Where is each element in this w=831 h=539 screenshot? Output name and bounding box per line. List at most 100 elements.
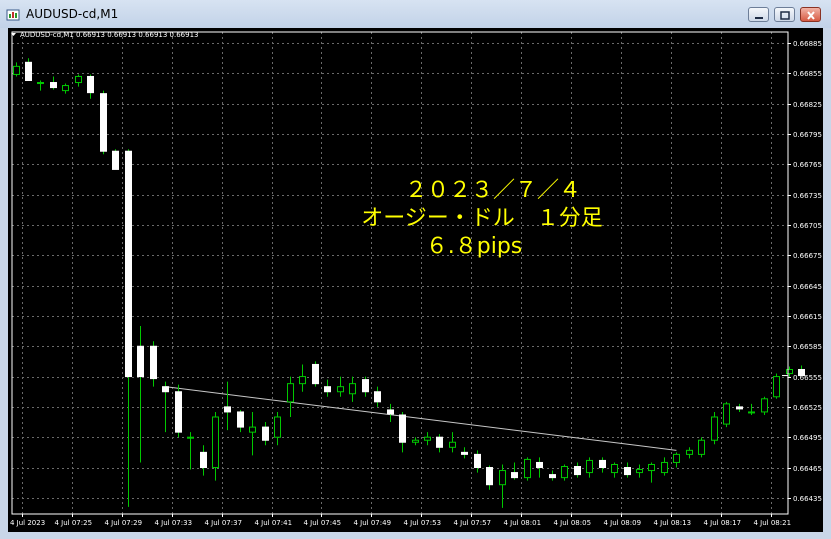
candle bbox=[299, 364, 306, 392]
candle-body-bear bbox=[312, 363, 319, 385]
candle bbox=[624, 462, 631, 478]
candle bbox=[337, 376, 344, 397]
candle bbox=[62, 83, 69, 94]
y-tick-label: 0.66735 bbox=[793, 192, 822, 200]
candle-body-bull bbox=[75, 75, 82, 84]
close-button[interactable] bbox=[800, 7, 821, 22]
candle-body-bear bbox=[125, 150, 132, 378]
candle-body-bear bbox=[324, 386, 331, 393]
candle-body-bull bbox=[287, 383, 294, 403]
candle bbox=[474, 450, 481, 473]
x-tick-label: 4 Jul 07:53 bbox=[404, 519, 442, 527]
y-tick-label: 0.66525 bbox=[793, 404, 822, 412]
candle-body-bear bbox=[162, 386, 169, 393]
candle-body-bull bbox=[524, 458, 531, 479]
x-tick-label: 4 Jul 08:05 bbox=[554, 519, 592, 527]
chart-window-icon bbox=[6, 7, 20, 21]
candle bbox=[761, 396, 768, 415]
x-tick-label: 4 Jul 07:33 bbox=[155, 519, 193, 527]
candle-body-bull bbox=[37, 82, 44, 85]
symbol-header: AUDUSD-cd,M1 0.66913 0.66913 0.66913 0.6… bbox=[20, 31, 198, 39]
candle bbox=[37, 80, 44, 91]
candle bbox=[599, 457, 606, 473]
candle bbox=[449, 432, 456, 453]
x-tick-label: 4 Jul 08:13 bbox=[654, 519, 692, 527]
candle bbox=[262, 422, 269, 446]
annotation-line-date: ２０２３／７／４ bbox=[405, 178, 581, 203]
candle bbox=[13, 62, 20, 77]
x-tick-label: 4 Jul 08:01 bbox=[504, 519, 542, 527]
y-tick-label: 0.66765 bbox=[793, 161, 822, 169]
candle bbox=[412, 437, 419, 446]
candle-body-bear bbox=[50, 82, 57, 89]
terminal-window: AUDUSD-cd,M1 0.66885 0.66855 0.66825 0.6679… bbox=[0, 0, 831, 539]
candle bbox=[636, 464, 643, 478]
candle-body-bear bbox=[436, 436, 443, 448]
candle bbox=[698, 437, 705, 458]
candle-body-bull bbox=[249, 426, 256, 433]
candle-body-bear bbox=[237, 411, 244, 428]
candle bbox=[287, 376, 294, 417]
candle bbox=[586, 457, 593, 478]
minimize-icon bbox=[755, 17, 763, 19]
candle bbox=[561, 464, 568, 481]
y-tick-label: 0.66555 bbox=[793, 374, 822, 382]
candle bbox=[100, 90, 107, 155]
candle bbox=[224, 381, 231, 431]
candle bbox=[150, 341, 157, 387]
y-tick-label: 0.66495 bbox=[793, 434, 822, 442]
candle-body-bear bbox=[262, 426, 269, 441]
candle bbox=[524, 457, 531, 481]
candle-body-bear bbox=[399, 414, 406, 443]
candle bbox=[112, 149, 119, 170]
candle bbox=[536, 457, 543, 478]
symbol-header-group: AUDUSD-cd,M1 0.66913 0.66913 0.66913 0.6… bbox=[11, 31, 198, 39]
candle-body-bear bbox=[574, 466, 581, 476]
x-tick-label: 4 Jul 07:37 bbox=[205, 519, 243, 527]
candle-body-bull bbox=[499, 470, 506, 486]
candle-body-bear bbox=[100, 93, 107, 152]
x-tick-label: 4 Jul 07:29 bbox=[105, 519, 143, 527]
candle-body-bear bbox=[374, 391, 381, 403]
candle-body-bear bbox=[461, 451, 468, 455]
candle bbox=[661, 457, 668, 476]
y-tick-label: 0.66645 bbox=[793, 283, 822, 291]
candle-body-bear bbox=[536, 461, 543, 469]
candle-body-bull bbox=[449, 441, 456, 448]
candle bbox=[648, 462, 655, 483]
candle bbox=[187, 432, 194, 470]
chart-area[interactable]: 0.66885 0.66855 0.66825 0.66795 0.66765 0.667… bbox=[8, 28, 823, 532]
candle bbox=[175, 384, 182, 438]
candle-body-bull bbox=[13, 65, 20, 75]
candle-body-bear bbox=[736, 406, 743, 410]
candle bbox=[748, 403, 755, 415]
candlestick-chart[interactable]: 0.66885 0.66855 0.66825 0.66795 0.66765 0.667… bbox=[8, 28, 823, 532]
candle bbox=[75, 74, 82, 87]
candle-body-bear bbox=[87, 75, 94, 94]
y-tick-label: 0.66615 bbox=[793, 313, 822, 321]
candle bbox=[711, 411, 718, 445]
y-tick-label: 0.66585 bbox=[793, 343, 822, 351]
candle bbox=[137, 326, 144, 463]
candle bbox=[499, 464, 506, 508]
restore-button[interactable] bbox=[774, 7, 795, 22]
candle-body-bear bbox=[474, 453, 481, 469]
candle-body-bear bbox=[137, 345, 144, 378]
candle-body-bull bbox=[648, 463, 655, 472]
restore-icon bbox=[780, 11, 790, 20]
candle bbox=[611, 462, 618, 478]
window-title: AUDUSD-cd,M1 bbox=[26, 7, 119, 21]
candle-body-bear bbox=[549, 474, 556, 479]
title-bar[interactable]: AUDUSD-cd,M1 bbox=[0, 0, 831, 28]
x-tick-label: 4 Jul 07:57 bbox=[454, 519, 492, 527]
y-tick-label: 0.66675 bbox=[793, 252, 822, 260]
candle-body-bull bbox=[412, 439, 419, 443]
candle bbox=[312, 361, 319, 387]
candle-body-bull bbox=[62, 85, 69, 92]
candle bbox=[436, 434, 443, 453]
candle-body-bear bbox=[112, 150, 119, 170]
minimize-button[interactable] bbox=[748, 7, 769, 22]
candle bbox=[786, 366, 793, 377]
candle bbox=[237, 409, 244, 433]
annotation-line-pair: オージー・ドル １分足 bbox=[361, 206, 603, 231]
